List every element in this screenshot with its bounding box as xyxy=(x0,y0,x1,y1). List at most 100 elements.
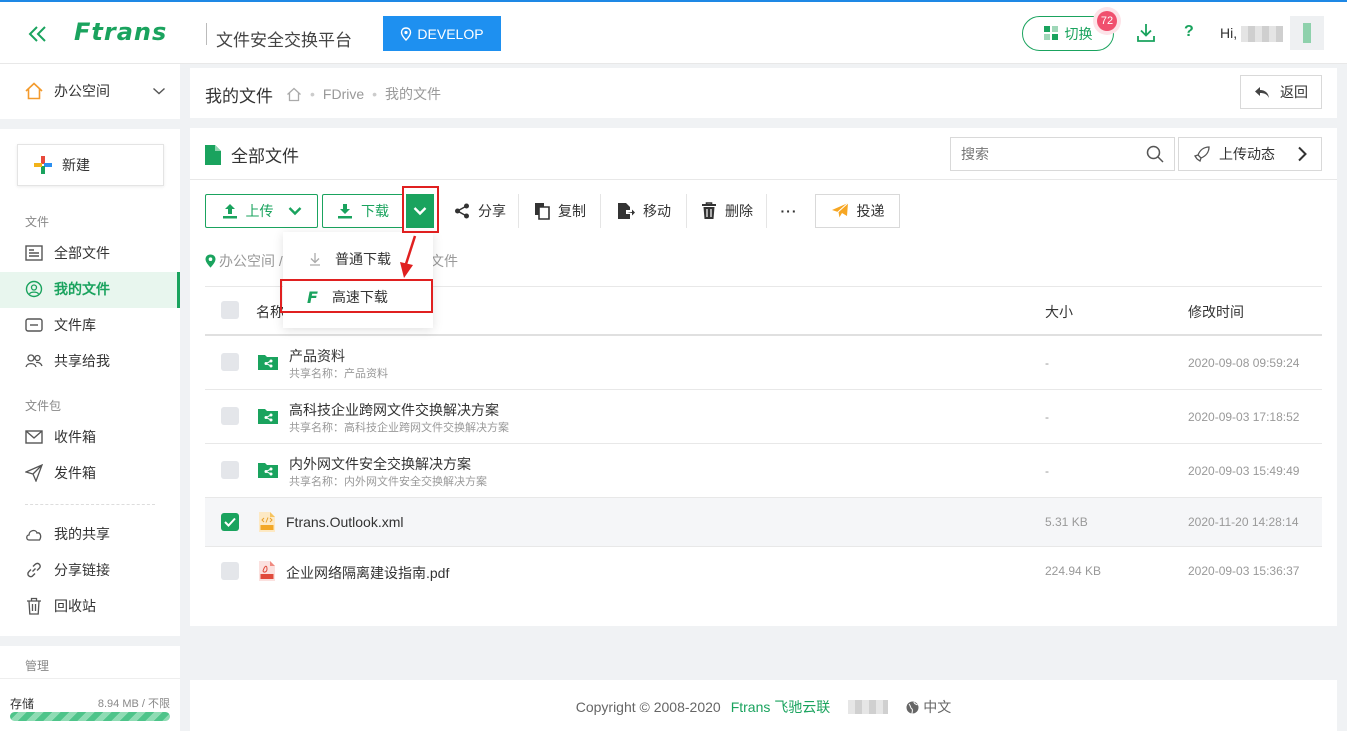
row-checkbox[interactable] xyxy=(221,461,239,479)
storage-bar xyxy=(10,712,170,721)
sidebar-item-label: 全部文件 xyxy=(54,245,110,261)
file-name[interactable]: 企业网络隔离建设指南.pdf xyxy=(286,563,449,583)
footer-brand-link[interactable]: Ftrans 飞驰云联 xyxy=(731,697,831,717)
footer-content: Copyright © 2008-2020 Ftrans 飞驰云联 中文 xyxy=(190,697,1337,717)
back-label: 返回 xyxy=(1280,84,1308,100)
back-button[interactable]: 返回 xyxy=(1240,75,1322,109)
download-label: 下载 xyxy=(361,203,389,219)
sidebar-item-my-shares[interactable]: 我的共享 xyxy=(24,524,110,544)
cloud-share-icon xyxy=(24,524,44,544)
upload-icon xyxy=(222,203,238,219)
download-arrow-icon xyxy=(309,252,321,266)
group-admin-label: 管理 xyxy=(25,659,50,673)
download-button[interactable]: 下载 xyxy=(322,194,404,228)
file-name[interactable]: Ftrans.Outlook.xml xyxy=(286,514,403,530)
file-size: 224.94 KB xyxy=(1045,564,1102,578)
breadcrumb-item[interactable]: FDrive xyxy=(323,86,364,102)
mail-icon xyxy=(24,427,44,447)
brand-logo[interactable]: Ftrans xyxy=(74,18,167,46)
file-name[interactable]: 高科技企业跨网文件交换解决方案 xyxy=(289,400,499,420)
trash-icon xyxy=(701,202,717,220)
language-label: 中文 xyxy=(923,699,952,715)
search-input[interactable] xyxy=(961,146,1146,162)
file-size: - xyxy=(1045,410,1049,424)
username-masked xyxy=(1241,26,1283,42)
row-checkbox[interactable] xyxy=(221,353,239,371)
group-pack-label: 文件包 xyxy=(25,399,62,413)
platform-name: 文件安全交换平台 xyxy=(216,31,352,50)
avatar[interactable] xyxy=(1290,16,1324,50)
upload-button[interactable]: 上传 xyxy=(205,194,318,228)
file-size: - xyxy=(1045,356,1049,370)
file-modified: 2020-11-20 14:28:14 xyxy=(1188,515,1299,529)
row-checkbox[interactable] xyxy=(221,562,239,580)
table-row[interactable]: 产品资料 共享名称：产品资料 - 2020-09-08 09:59:24 xyxy=(205,336,1322,390)
annotation-arrow-icon xyxy=(396,234,420,280)
storage-label: 存储 xyxy=(10,697,35,711)
file-modified: 2020-09-03 15:36:37 xyxy=(1188,564,1300,578)
workspace-selector[interactable]: 办公空间 xyxy=(24,81,166,101)
new-button[interactable]: 新建 xyxy=(17,144,164,186)
download-tray-icon[interactable] xyxy=(1136,22,1156,44)
sidebar-gap xyxy=(0,119,180,129)
sidebar-item-library[interactable]: 文件库 xyxy=(24,315,96,335)
page-title: 我的文件 xyxy=(205,87,273,106)
help-icon[interactable]: ? xyxy=(1184,23,1194,41)
breadcrumb-separator: • xyxy=(372,86,378,102)
highlight-box-toggle xyxy=(402,186,439,233)
sidebar-item-share-links[interactable]: 分享链接 xyxy=(24,560,110,580)
chevron-down-icon[interactable] xyxy=(288,206,302,216)
share-icon xyxy=(454,203,470,219)
sidebar-item-label: 文件库 xyxy=(54,317,96,333)
row-checkbox[interactable] xyxy=(221,407,239,425)
environment-button[interactable]: DEVELOP xyxy=(383,16,501,51)
highlight-box-fast-download xyxy=(280,279,433,313)
share-button[interactable]: 分享 xyxy=(442,194,519,228)
storage-bar-fill xyxy=(10,712,170,721)
send-icon xyxy=(24,463,44,483)
new-label: 新建 xyxy=(62,157,90,173)
row-checkbox-checked[interactable] xyxy=(221,513,239,531)
sidebar-item-inbox[interactable]: 收件箱 xyxy=(24,427,96,447)
sidebar-item-label: 分享链接 xyxy=(54,562,110,578)
search-box[interactable] xyxy=(950,137,1175,171)
upload-activity-button[interactable]: 上传动态 xyxy=(1178,137,1322,171)
sidebar-item-all-files[interactable]: 全部文件 xyxy=(24,243,110,263)
sidebar-item-shared-with-me[interactable]: 共享给我 xyxy=(24,351,110,371)
trash-icon xyxy=(24,596,44,616)
table-row[interactable]: 企业网络隔离建设指南.pdf 224.94 KB 2020-09-03 15:3… xyxy=(205,547,1322,596)
deliver-button[interactable]: 投递 xyxy=(815,194,900,228)
search-icon[interactable] xyxy=(1146,145,1164,163)
move-button[interactable]: 移动 xyxy=(602,194,687,228)
table-row[interactable]: 高科技企业跨网文件交换解决方案 共享名称：高科技企业跨网文件交换解决方案 - 2… xyxy=(205,390,1322,444)
select-all-checkbox[interactable] xyxy=(221,301,239,319)
copy-button[interactable]: 复制 xyxy=(520,194,601,228)
table-row-selected[interactable]: Ftrans.Outlook.xml 5.31 KB 2020-11-20 14… xyxy=(205,498,1322,547)
column-header-size[interactable]: 大小 xyxy=(1045,302,1073,322)
normal-download-label: 普通下载 xyxy=(335,251,391,267)
copyright-text: Copyright © 2008-2020 xyxy=(575,699,721,715)
file-name[interactable]: 产品资料 xyxy=(289,346,345,366)
sidebar-item-my-files[interactable]: 我的文件 xyxy=(24,279,110,299)
sidebar-divider xyxy=(25,504,155,505)
share-name: 共享名称：内外网文件安全交换解决方案 xyxy=(289,476,487,488)
path-root[interactable]: 办公空间 / xyxy=(219,251,283,271)
pdf-file-icon xyxy=(259,561,275,581)
sidebar-item-label: 共享给我 xyxy=(54,353,110,369)
file-name[interactable]: 内外网文件安全交换解决方案 xyxy=(289,454,471,474)
breadcrumb: • FDrive • 我的文件 xyxy=(286,84,441,104)
home-outline-icon[interactable] xyxy=(286,87,302,102)
folder-path: 办公空间 / xyxy=(205,251,283,271)
upload-activity-label: 上传动态 xyxy=(1219,146,1275,162)
column-header-modified[interactable]: 修改时间 xyxy=(1188,302,1244,322)
shared-folder-icon xyxy=(258,407,278,424)
sidebar-item-outbox[interactable]: 发件箱 xyxy=(24,463,96,483)
delete-label: 删除 xyxy=(725,203,753,219)
table-row[interactable]: 内外网文件安全交换解决方案 共享名称：内外网文件安全交换解决方案 - 2020-… xyxy=(205,444,1322,498)
masked-info xyxy=(848,700,889,714)
delete-button[interactable]: 删除 xyxy=(688,194,767,228)
collapse-icon[interactable] xyxy=(27,24,49,44)
sidebar-item-recycle-bin[interactable]: 回收站 xyxy=(24,596,96,616)
more-button[interactable]: ··· xyxy=(768,194,810,228)
language-switch[interactable]: 中文 xyxy=(906,697,951,717)
